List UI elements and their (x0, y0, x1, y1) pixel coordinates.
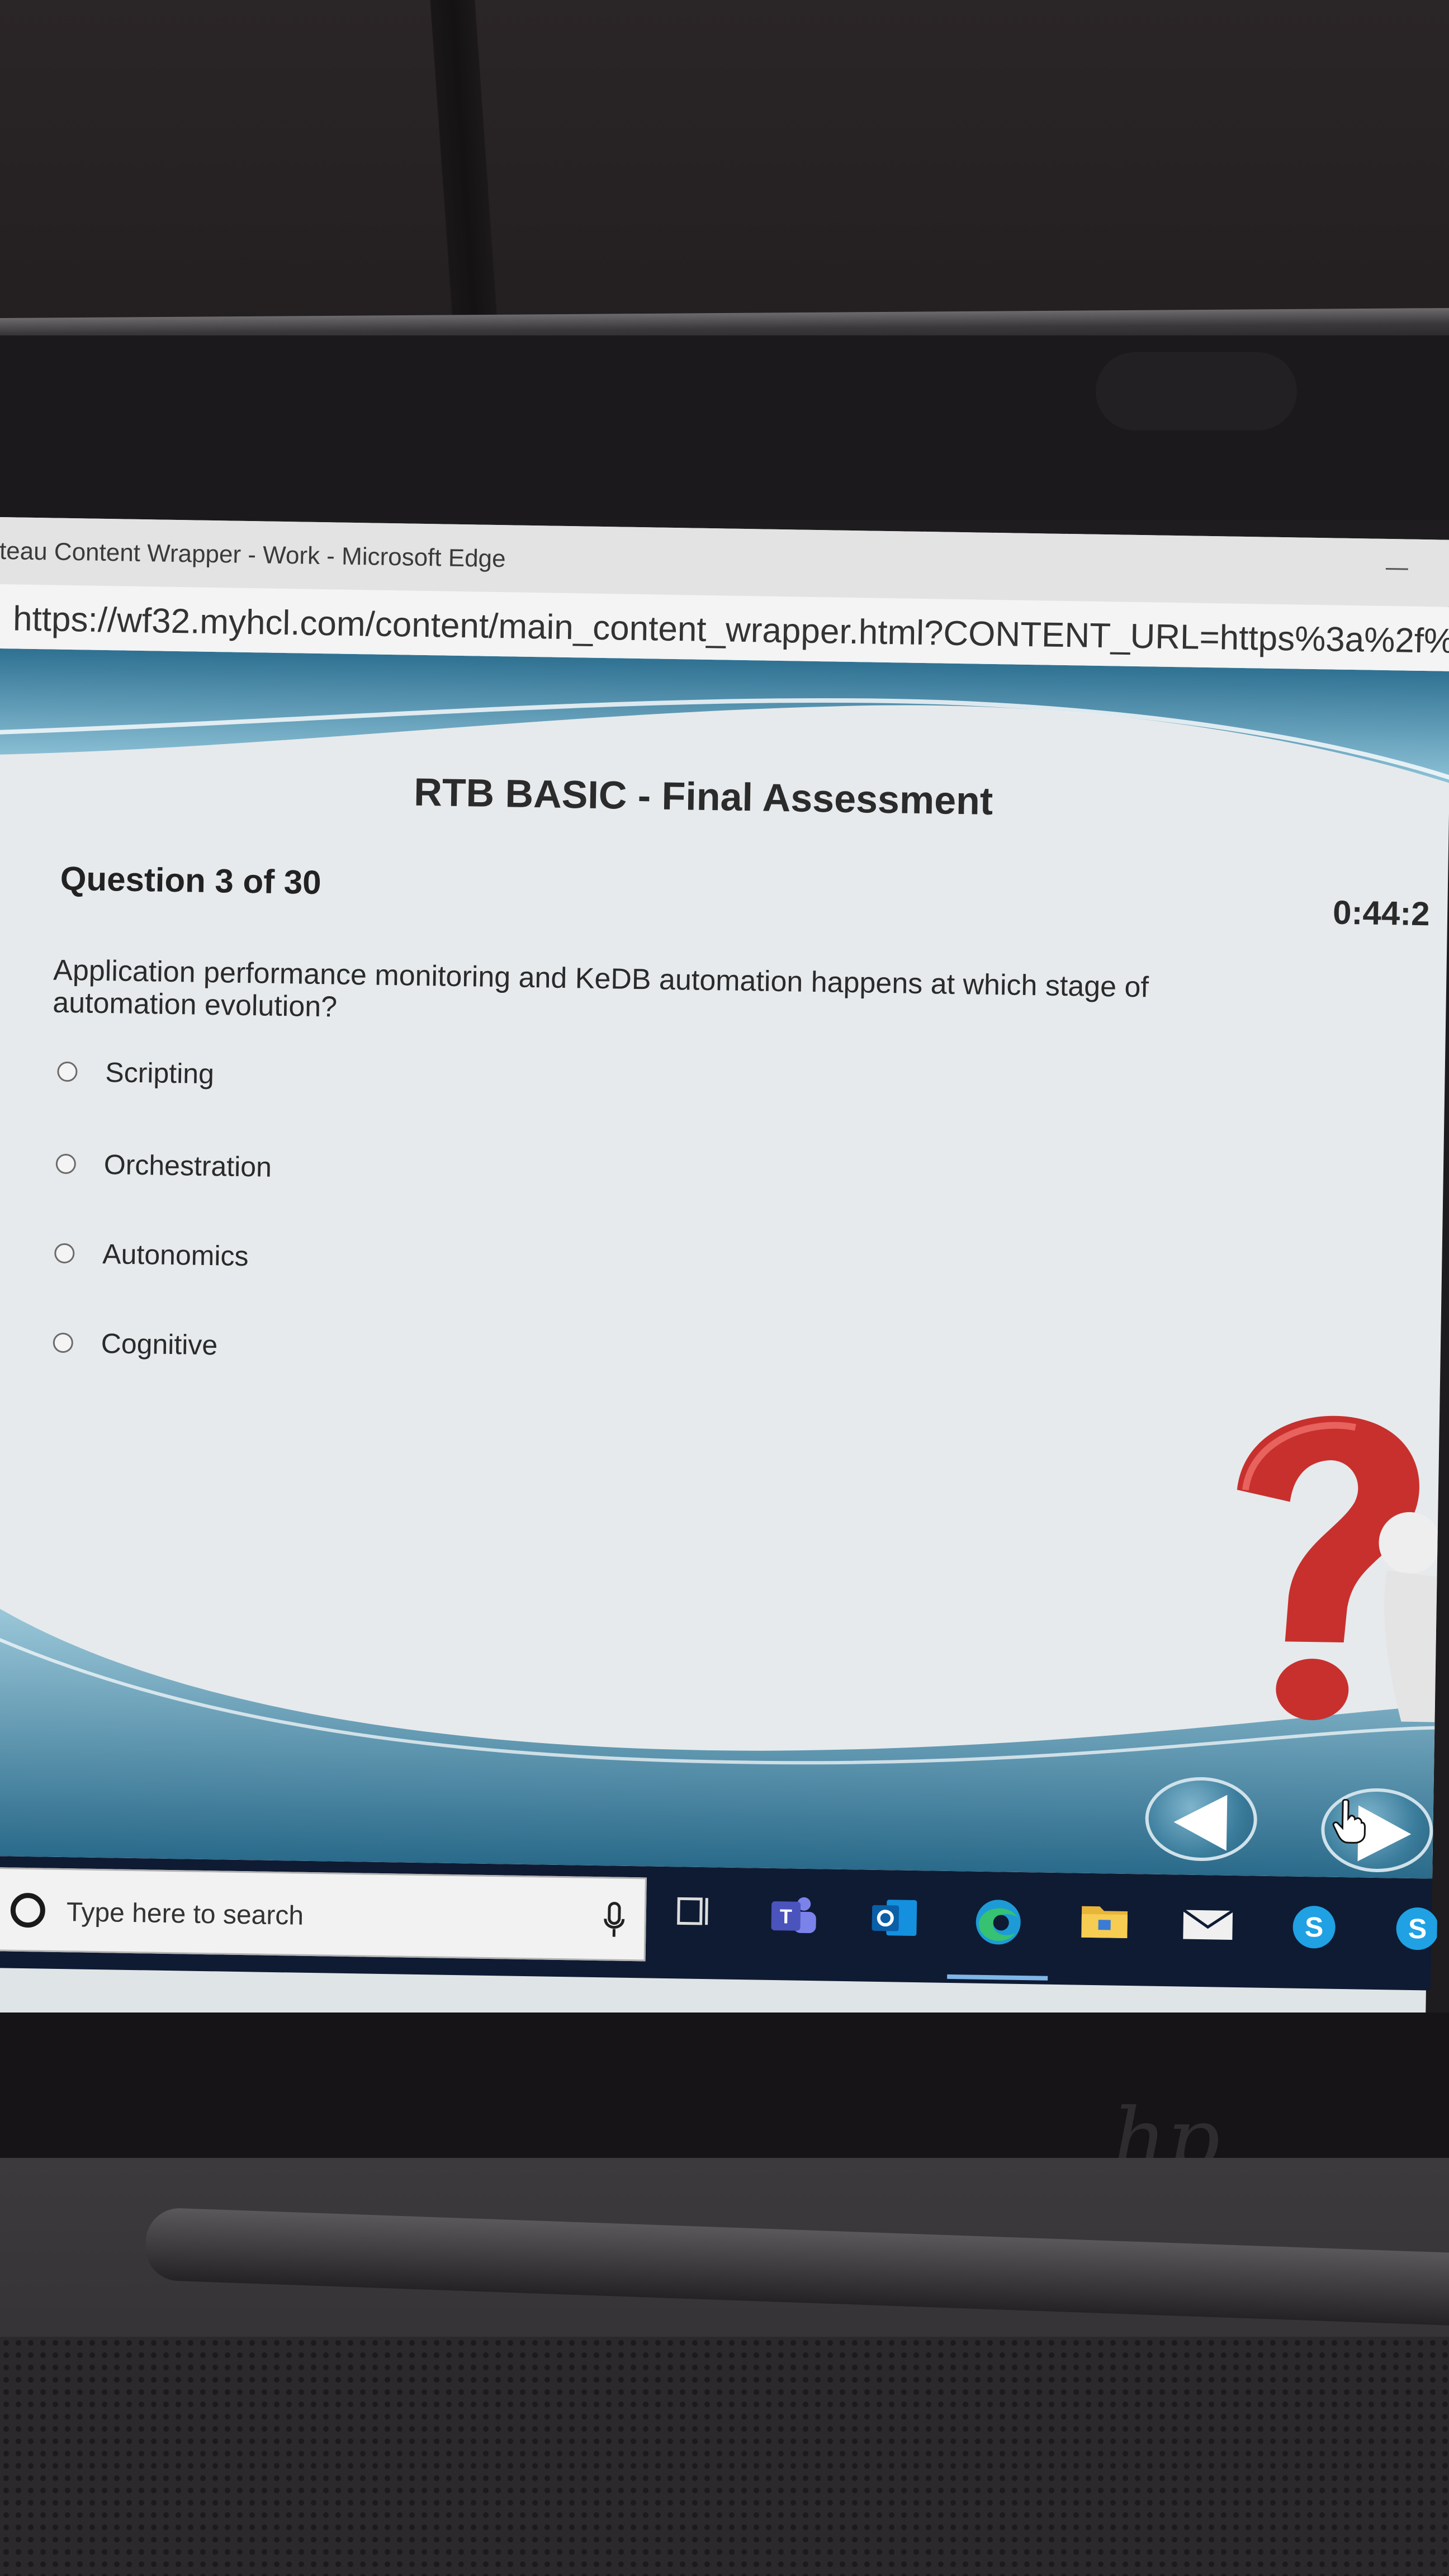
question-counter: Question 3 of 30 (60, 859, 322, 902)
svg-text:S: S (1305, 1911, 1324, 1943)
radio-button[interactable] (53, 1332, 74, 1353)
taskbar-search-box[interactable]: Type here to search (0, 1867, 647, 1962)
laptop-bottom-bezel (0, 2012, 1449, 2158)
minimize-icon[interactable] (1385, 567, 1408, 570)
left-arrow-icon (1173, 1794, 1228, 1851)
hand-cursor-icon (1332, 1798, 1366, 1844)
previous-button[interactable] (1144, 1776, 1258, 1862)
speaker-grille (0, 2337, 1449, 2576)
radio-button[interactable] (54, 1243, 75, 1264)
teams-icon[interactable]: T (769, 1893, 820, 1939)
answer-option-scripting[interactable]: Scripting (57, 1052, 215, 1093)
countdown-timer: 0:44:2 (1332, 893, 1431, 933)
mail-icon[interactable] (1180, 1900, 1236, 1945)
task-view-icon[interactable] (674, 1892, 713, 1931)
svg-text:T: T (780, 1905, 793, 1928)
skype-business-icon[interactable]: S (1392, 1903, 1438, 1954)
option-label: Scripting (105, 1057, 215, 1090)
answer-option-orchestration[interactable]: Orchestration (55, 1144, 272, 1187)
question-mark-illustration (1237, 1415, 1440, 1722)
windows-taskbar: Type here to search T S S (0, 1855, 1438, 1991)
answer-option-autonomics[interactable]: Autonomics (54, 1234, 249, 1276)
skype-icon[interactable]: S (1289, 1902, 1339, 1953)
edge-icon[interactable] (973, 1897, 1024, 1948)
window-title: teau Content Wrapper - Work - Microsoft … (0, 537, 506, 573)
svg-text:S: S (1408, 1913, 1427, 1945)
laptop-screen: teau Content Wrapper - Work - Microsoft … (0, 517, 1449, 2049)
radio-button[interactable] (55, 1153, 77, 1175)
option-label: Autonomics (102, 1238, 249, 1272)
outlook-icon[interactable] (869, 1895, 920, 1940)
photo-scene: teau Content Wrapper - Work - Microsoft … (0, 0, 1449, 2576)
radio-button[interactable] (57, 1061, 78, 1082)
assessment-content: RTB BASIC - Final Assessment Question 3 … (0, 648, 1449, 1879)
webcam-shutter (1096, 352, 1297, 430)
active-app-indicator (947, 1974, 1048, 1981)
search-placeholder: Type here to search (66, 1897, 304, 1931)
option-label: Cognitive (101, 1328, 218, 1361)
file-explorer-icon[interactable] (1079, 1898, 1130, 1944)
course-title: RTB BASIC - Final Assessment (413, 770, 993, 823)
microphone-icon[interactable] (603, 1901, 626, 1940)
room-background (0, 0, 1449, 335)
search-icon (10, 1892, 46, 1928)
answer-option-cognitive[interactable]: Cognitive (53, 1323, 218, 1365)
option-label: Orchestration (103, 1149, 272, 1183)
